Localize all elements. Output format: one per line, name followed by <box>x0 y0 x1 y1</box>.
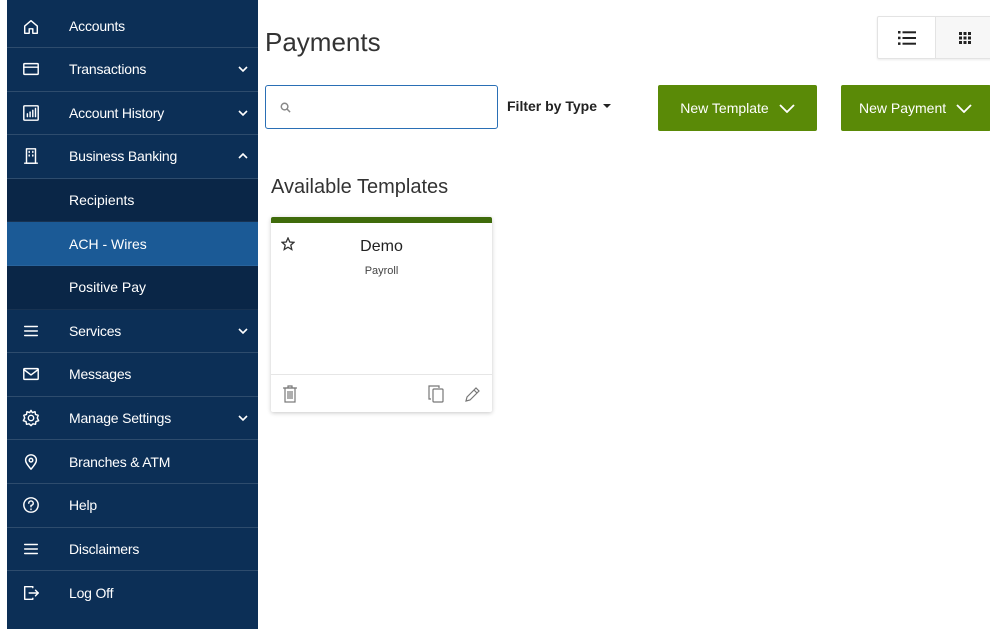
sidebar-item-label: Business Banking <box>69 148 178 165</box>
sidebar-item-label: Account History <box>69 104 165 121</box>
sidebar-subitem-recipients[interactable]: Recipients <box>7 178 258 223</box>
caret-down-icon <box>602 104 611 108</box>
sidebar-item-label: Messages <box>69 366 132 383</box>
question-icon <box>7 496 55 514</box>
chevron-down-icon <box>779 103 795 113</box>
sidebar-item-label: Services <box>69 322 122 339</box>
sidebar-item-transactions[interactable]: Transactions <box>7 48 258 92</box>
sidebar-item-label: Log Off <box>69 584 114 601</box>
card-icon <box>7 60 55 78</box>
search-box <box>265 85 498 129</box>
sidebar-item-manage-settings[interactable]: Manage Settings <box>7 397 258 441</box>
template-name: Demo <box>360 238 403 255</box>
sidebar-item-branches-atm[interactable]: Branches & ATM <box>7 440 258 484</box>
gear-icon <box>7 409 55 427</box>
new-template-label: New Template <box>680 100 769 116</box>
location-pin-icon <box>7 453 55 471</box>
new-template-button[interactable]: New Template <box>658 85 817 131</box>
sidebar-item-label: Accounts <box>69 18 125 34</box>
sidebar-item-account-history[interactable]: Account History <box>7 92 258 136</box>
sidebar-item-log-off[interactable]: Log Off <box>7 571 258 615</box>
filter-label: Filter by Type <box>507 98 597 114</box>
chevron-down-icon[interactable] <box>228 108 258 118</box>
new-payment-label: New Payment <box>859 100 947 116</box>
copy-icon[interactable] <box>428 385 444 403</box>
page-title: Payments <box>265 27 381 57</box>
sidebar-item-label: Branches & ATM <box>69 453 171 470</box>
home-icon <box>7 18 55 36</box>
sidebar-item-label: Manage Settings <box>69 410 172 427</box>
sidebar-item-services[interactable]: Services <box>7 310 258 354</box>
grid-icon <box>958 31 971 44</box>
sidebar-item-disclaimers[interactable]: Disclaimers <box>7 528 258 572</box>
search-input[interactable] <box>291 86 497 128</box>
template-type: Payroll <box>364 265 399 277</box>
trash-icon[interactable] <box>282 385 298 403</box>
sidebar-subitem-ach-wires[interactable]: ACH - Wires <box>7 222 258 266</box>
envelope-icon <box>7 365 55 383</box>
chevron-down-icon[interactable] <box>228 413 258 423</box>
view-toggle <box>877 16 990 59</box>
sidebar-subitem-positive-pay[interactable]: Positive Pay <box>7 265 258 310</box>
new-payment-button[interactable]: New Payment <box>841 85 990 131</box>
chart-icon <box>7 104 55 122</box>
filter-by-type-dropdown[interactable]: Filter by Type <box>507 98 611 114</box>
building-icon <box>7 147 55 165</box>
template-card[interactable]: Demo Payroll <box>271 217 492 412</box>
section-title: Available Templates <box>271 176 449 198</box>
pencil-icon[interactable] <box>464 385 480 403</box>
main-content: Payments Filter by Type New Template New… <box>258 0 990 629</box>
sidebar-item-label: Help <box>69 497 97 514</box>
list-icon <box>897 30 916 45</box>
list-view-button[interactable] <box>878 17 935 58</box>
sidebar-item-label: Transactions <box>69 61 147 78</box>
sidebar-item-messages[interactable]: Messages <box>7 353 258 397</box>
chevron-down-icon <box>956 103 972 113</box>
grid-view-button[interactable] <box>935 17 990 58</box>
sidebar-item-help[interactable]: Help <box>7 484 258 528</box>
chevron-down-icon[interactable] <box>228 326 258 336</box>
chevron-up-icon[interactable] <box>228 151 258 161</box>
menu-icon <box>7 540 55 558</box>
menu-icon <box>7 322 55 340</box>
chevron-down-icon[interactable] <box>228 64 258 74</box>
sidebar-nav: Accounts Transactions Account History Bu… <box>7 0 258 629</box>
sidebar-item-business-banking[interactable]: Business Banking <box>7 135 258 179</box>
search-icon <box>280 102 291 113</box>
card-actions <box>271 374 492 412</box>
sidebar-item-accounts[interactable]: Accounts <box>7 0 258 48</box>
sidebar-item-label: Disclaimers <box>69 540 140 557</box>
logout-icon <box>7 584 55 602</box>
